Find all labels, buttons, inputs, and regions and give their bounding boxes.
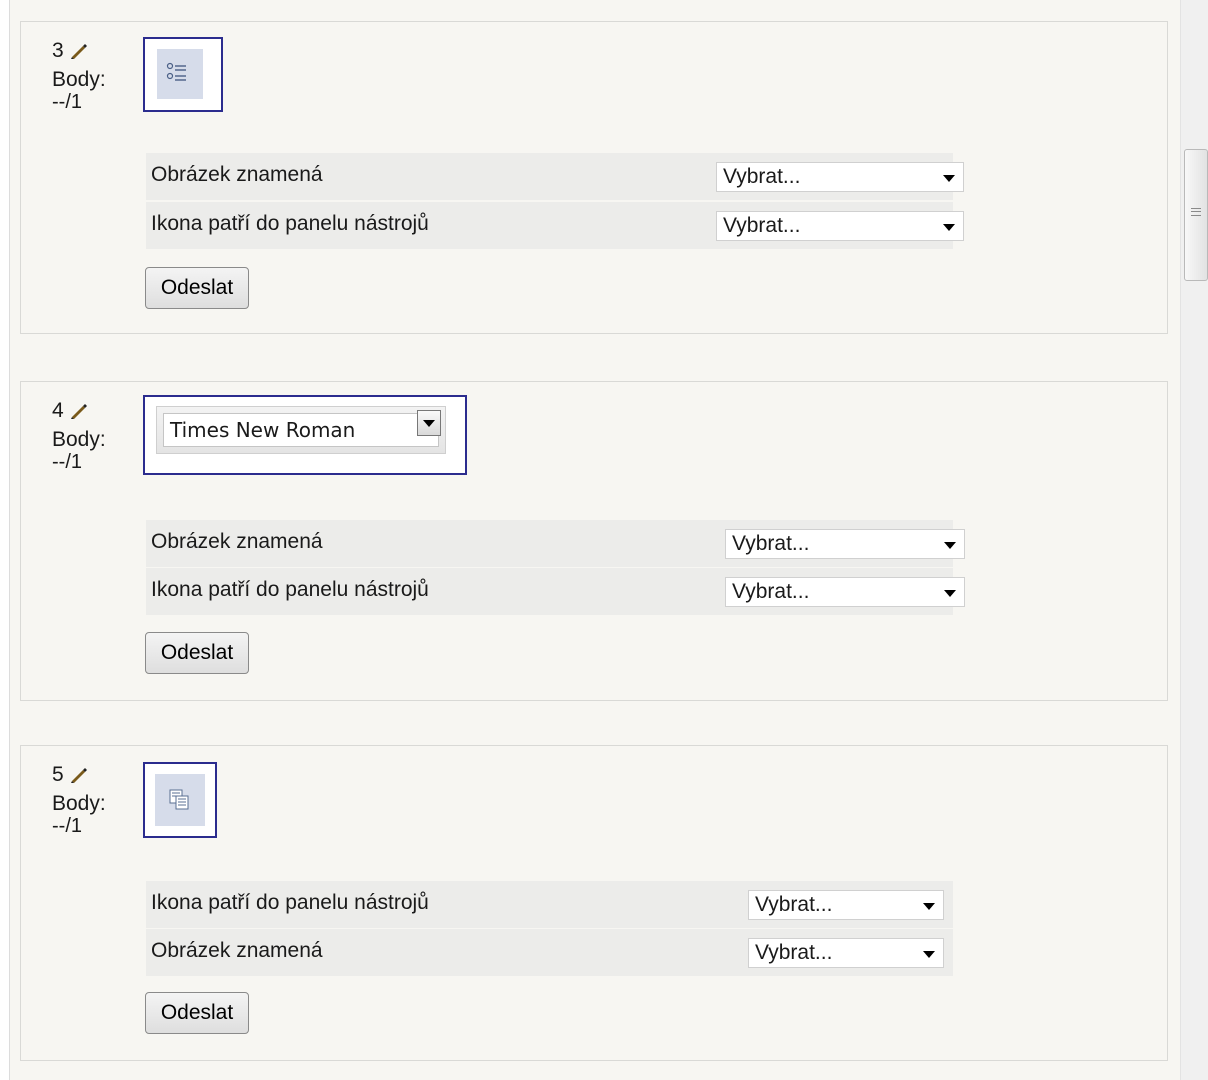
answer-row-label: Obrázek znamená [151,163,323,186]
answer-select[interactable]: Vybrat... [716,162,964,192]
answer-row-label: Ikona patří do panelu nástrojů [151,212,429,235]
question-5: 5 Body: --/1 Ikona patří do panelu nástr… [20,745,1168,1061]
font-name: Times New Roman [163,413,439,447]
answer-select[interactable]: Vybrat... [748,890,944,920]
scrollbar-thumb[interactable] [1184,149,1208,281]
chevron-down-icon [943,175,955,182]
answer-select-value: Vybrat... [755,941,833,964]
question-number-text: 5 [52,763,64,786]
answer-row-label: Obrázek znamená [151,939,323,962]
submit-button[interactable]: Odeslat [145,267,249,309]
answer-row: Obrázek znamená Vybrat... [146,520,965,567]
question-number: 3 [52,36,106,65]
chevron-down-icon [923,903,935,910]
question-info: 5 Body: --/1 [52,760,106,841]
edit-pencil-icon[interactable] [70,766,88,784]
answer-row: Obrázek znamená Vybrat... [146,929,953,976]
chevron-down-icon [943,224,955,231]
answer-row-label: Obrázek znamená [151,530,323,553]
question-3: 3 Body: --/1 Obrázek znamená Vybrat... I… [20,21,1168,334]
font-selector-image: Times New Roman [156,406,446,454]
edit-pencil-icon[interactable] [70,42,88,60]
question-number-text: 4 [52,399,64,422]
answer-select-value: Vybrat... [723,165,801,188]
answer-select[interactable]: Vybrat... [748,938,944,968]
chevron-down-icon [944,542,956,549]
answer-row: Ikona patří do panelu nástrojů Vybrat... [146,202,964,249]
question-number: 5 [52,760,106,789]
answer-select[interactable]: Vybrat... [725,529,965,559]
question-image [143,762,217,838]
answer-select[interactable]: Vybrat... [716,211,964,241]
question-info: 3 Body: --/1 [52,36,106,117]
submit-button[interactable]: Odeslat [145,992,249,1034]
edit-pencil-icon[interactable] [70,402,88,420]
answer-row-label: Ikona patří do panelu nástrojů [151,578,429,601]
answer-select-value: Vybrat... [732,580,810,603]
chevron-down-icon [923,951,935,958]
question-number: 4 [52,396,106,425]
question-image: Times New Roman [143,395,467,475]
answer-row: Obrázek znamená Vybrat... [146,153,964,200]
question-number-text: 3 [52,39,64,62]
copy-icon [155,774,205,826]
question-info: 4 Body: --/1 [52,396,106,477]
answer-select-value: Vybrat... [723,214,801,237]
bulleted-list-icon [157,49,203,99]
submit-button[interactable]: Odeslat [145,632,249,674]
page-left-border [0,0,10,1080]
question-image [143,37,223,112]
answer-row-label: Ikona patří do panelu nástrojů [151,891,429,914]
answer-row: Ikona patří do panelu nástrojů Vybrat... [146,568,965,615]
dropdown-arrow-icon [417,410,441,436]
vertical-scrollbar[interactable] [1180,0,1208,1080]
answer-select[interactable]: Vybrat... [725,577,965,607]
question-4: 4 Body: --/1 Times New Roman Obrázek zna… [20,381,1168,701]
chevron-down-icon [944,590,956,597]
grip-icon [1191,208,1201,216]
answer-select-value: Vybrat... [732,532,810,555]
answer-row: Ikona patří do panelu nástrojů Vybrat... [146,881,953,928]
answer-select-value: Vybrat... [755,893,833,916]
